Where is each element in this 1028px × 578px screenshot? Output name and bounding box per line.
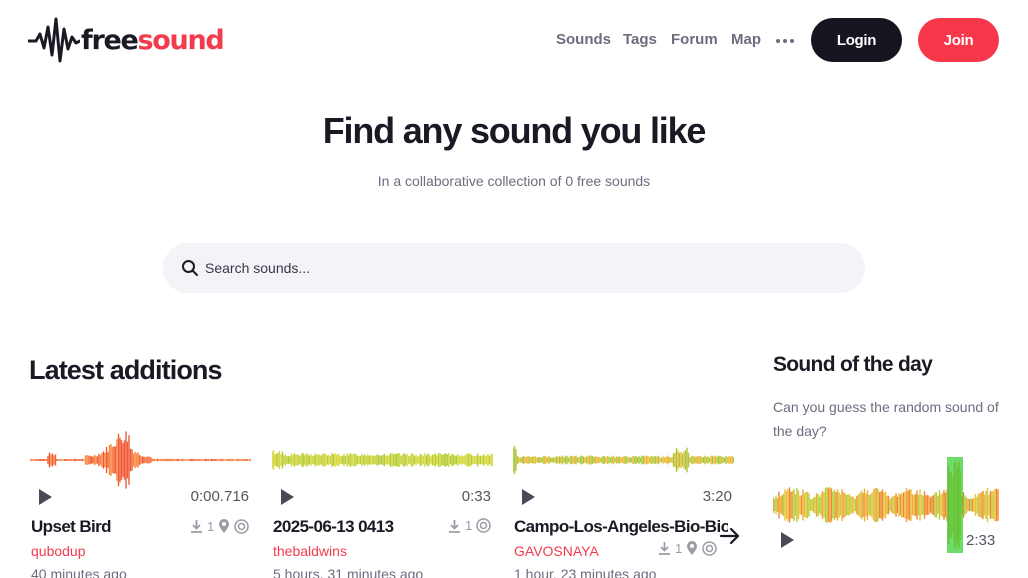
sound-card[interactable]: 3:20 Campo-Los-Angeles-Bio-Bio 1 GAVOSNA… [513, 428, 734, 578]
sound-name-clip: Campo-Los-Angeles-Bio-Bio [514, 517, 728, 537]
waveform-logo-icon [28, 17, 80, 63]
search-bar[interactable] [163, 243, 865, 293]
nav-forum[interactable]: Forum [671, 31, 718, 48]
nav-sounds[interactable]: Sounds [556, 31, 611, 48]
sound-card[interactable]: 0:33 2025-06-13 0413 1 thebaldwins 5 hou… [272, 428, 493, 578]
sound-meta: 1 [190, 518, 249, 534]
sound-name[interactable]: 2025-06-13 0413 [273, 517, 394, 537]
login-button[interactable]: Login [811, 18, 902, 62]
sound-time: 1 hour, 23 minutes ago [514, 566, 657, 578]
play-icon[interactable] [779, 531, 795, 549]
download-icon [191, 520, 202, 533]
play-icon[interactable] [279, 488, 295, 506]
logo-text-free: free [81, 24, 139, 56]
sound-username[interactable]: GAVOSNAYA [514, 543, 599, 559]
sound-of-the-day-description: Can you guess the random sound of the da… [773, 399, 999, 439]
play-icon[interactable] [37, 488, 53, 506]
sound-name[interactable]: Upset Bird [31, 517, 112, 537]
hero-title: Find any sound you like [322, 110, 707, 151]
more-icon[interactable] [776, 39, 794, 43]
sound-name[interactable]: Campo-Los-Angeles-Bio-Bio [514, 517, 728, 537]
sound-duration: 3:20 [702, 488, 732, 505]
waveform[interactable] [513, 428, 734, 492]
download-count: 1 [465, 518, 473, 533]
license-icon [702, 540, 717, 556]
sound-meta: 1 [658, 540, 717, 556]
logo-text-sound: sound [137, 24, 225, 56]
sound-time: 40 minutes ago [31, 566, 127, 578]
license-icon [476, 518, 491, 533]
search-icon [182, 260, 198, 276]
license-icon [234, 518, 249, 534]
sound-duration: 0:33 [461, 488, 491, 505]
location-pin-icon [219, 519, 230, 533]
latest-additions-title: Latest additions [29, 355, 223, 385]
nav-tags[interactable]: Tags [623, 31, 657, 48]
download-count: 1 [675, 540, 683, 556]
hero-subtitle: In a collaborative collection of 0 free … [377, 173, 651, 189]
waveform[interactable] [272, 428, 493, 492]
play-icon[interactable] [520, 488, 536, 506]
location-pin-icon [687, 541, 698, 555]
download-count: 1 [207, 518, 215, 534]
waveform[interactable] [30, 428, 251, 492]
sound-of-the-day-title: Sound of the day [773, 353, 933, 376]
sound-username[interactable]: qubodup [31, 543, 86, 559]
nav-map[interactable]: Map [731, 31, 761, 48]
sound-of-the-day-duration: 2:33 [966, 532, 996, 549]
search-input[interactable] [205, 260, 845, 276]
sound-time: 5 hours, 31 minutes ago [273, 566, 424, 578]
sound-meta: 1 [448, 518, 491, 533]
sound-card[interactable]: 0:00.716 Upset Bird 1 qubodup 40 minutes… [30, 428, 251, 578]
freesound-logo[interactable]: freesound [28, 15, 225, 65]
arrow-right-icon[interactable] [719, 526, 741, 546]
join-button[interactable]: Join [918, 18, 999, 62]
sound-username[interactable]: thebaldwins [273, 543, 347, 559]
download-icon [449, 519, 460, 533]
download-icon [659, 542, 670, 555]
sound-duration: 0:00.716 [190, 488, 249, 505]
